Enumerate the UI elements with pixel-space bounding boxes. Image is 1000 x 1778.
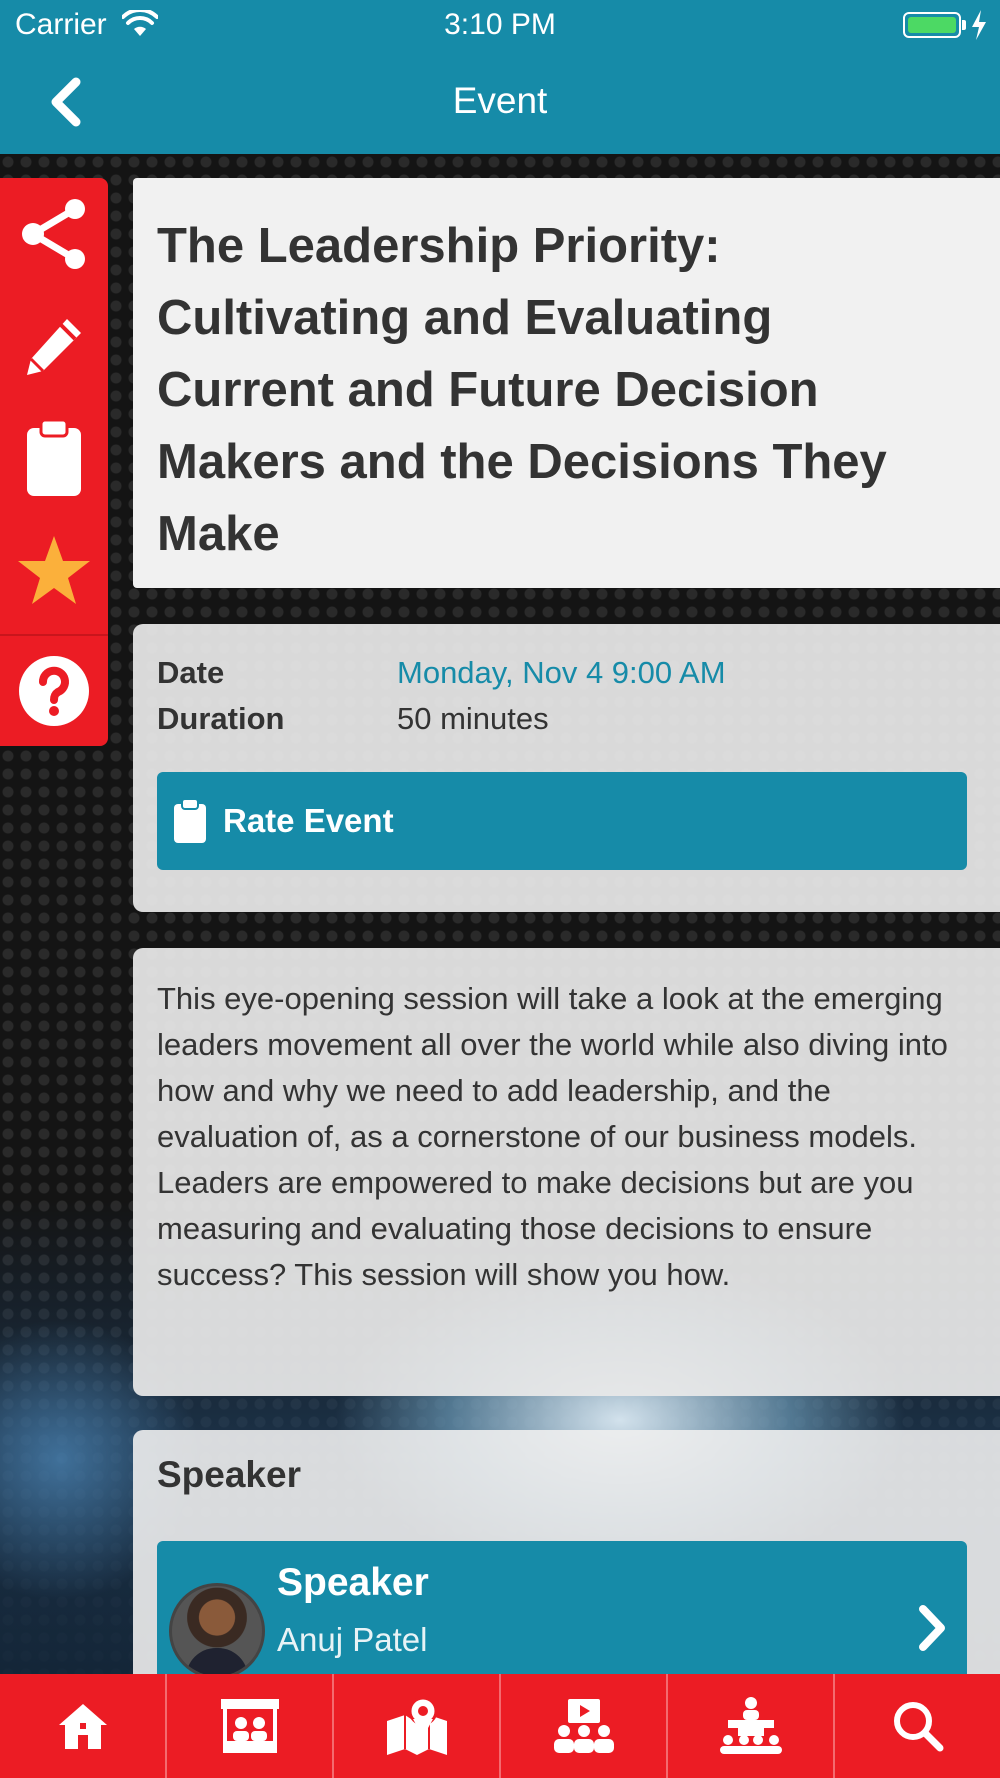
bottom-tab-bar [0,1674,1000,1778]
top-bar: Carrier 3:10 PM Event [0,0,1000,154]
event-title: The Leadership Priority: Cultivating and… [157,219,887,561]
avatar [169,1583,265,1679]
speaker-heading: Speaker [157,1454,301,1495]
tab-sessions[interactable] [499,1674,666,1778]
event-action-bar [0,178,108,746]
favorite-button[interactable] [0,514,108,626]
help-button[interactable] [0,634,108,746]
status-bar: Carrier 3:10 PM [0,0,1000,50]
date-value[interactable]: Monday, Nov 4 9:00 AM [397,650,726,696]
sessions-video-icon [553,1699,614,1753]
pencil-icon [27,319,81,375]
tab-home[interactable] [0,1674,165,1778]
duration-row: Duration 50 minutes [157,696,976,742]
chevron-right-icon [919,1605,945,1651]
duration-label: Duration [157,701,285,736]
event-description-card: This eye-opening session will take a loo… [133,948,1000,1396]
tab-speakers[interactable] [666,1674,833,1778]
battery-icon [903,12,961,38]
clipboard-icon [174,798,206,843]
search-icon [893,1702,943,1752]
duration-value: 50 minutes [397,701,549,736]
event-info-card: Date Monday, Nov 4 9:00 AM Duration 50 m… [133,624,1000,912]
share-button[interactable] [0,178,108,290]
tab-exhibitors[interactable] [165,1674,332,1778]
home-icon [58,1704,107,1749]
speaker-card: Speaker Speaker Anuj Patel [133,1430,1000,1690]
speaker-list-item[interactable]: Speaker Anuj Patel [157,1541,967,1681]
date-row: Date Monday, Nov 4 9:00 AM [157,650,976,696]
speakers-podium-icon [719,1697,782,1754]
speaker-name: Anuj Patel [277,1621,428,1658]
rate-event-label: Rate Event [223,802,394,839]
share-icon [22,199,85,269]
date-label: Date [157,655,225,690]
rate-event-button[interactable]: Rate Event [157,772,967,870]
map-icon [386,1696,447,1755]
tab-map[interactable] [332,1674,499,1778]
survey-button[interactable] [0,402,108,514]
charging-bolt-icon [972,10,986,40]
star-icon [18,536,90,604]
help-icon [19,656,89,726]
exhibitors-booth-icon [220,1699,279,1753]
event-title-card: The Leadership Priority: Cultivating and… [133,178,1000,588]
speaker-role: Speaker [277,1561,429,1604]
status-time: 3:10 PM [444,8,556,41]
event-description: This eye-opening session will take a loo… [157,981,948,1292]
notes-button[interactable] [0,290,108,402]
page-title: Event [452,80,548,121]
tab-search[interactable] [833,1674,1000,1778]
clipboard-icon [27,418,81,496]
